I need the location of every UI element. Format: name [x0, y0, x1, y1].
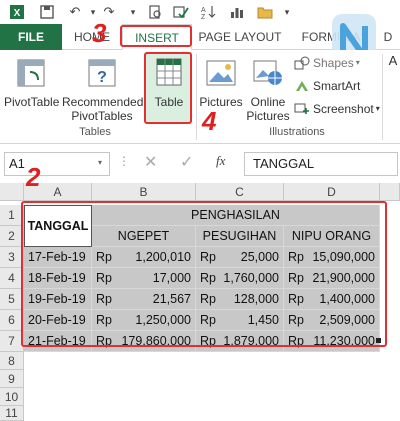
- spelling-icon[interactable]: [172, 3, 190, 21]
- online-label-line2: Pictures: [246, 109, 290, 123]
- annotation-box-table-button: [144, 52, 192, 124]
- row-header[interactable]: 10: [0, 388, 24, 406]
- addins-fragment[interactable]: A: [386, 54, 400, 68]
- svg-text:?: ?: [97, 69, 107, 86]
- pivottable-label: PivotTable: [4, 95, 60, 109]
- shapes-dropdown-icon: ▾: [355, 58, 360, 67]
- group-illustrations-label: Illustrations: [269, 126, 325, 138]
- chart-icon[interactable]: [228, 3, 246, 21]
- formula-bar: A1 ▾ ⋮ ✕ ✓ fx TANGGAL: [0, 146, 400, 180]
- tab-data[interactable]: D: [378, 24, 398, 50]
- pivottable-icon: [17, 59, 45, 87]
- save-icon[interactable]: [38, 3, 56, 21]
- folder-icon[interactable]: [256, 3, 274, 21]
- confirm-entry-icon[interactable]: ✓: [180, 152, 193, 172]
- screenshot-button[interactable]: Screenshot ▾: [294, 100, 380, 118]
- annotation-box-insert-tab: [120, 25, 192, 47]
- select-all-corner[interactable]: [0, 183, 24, 201]
- row-header[interactable]: 9: [0, 370, 24, 388]
- annotation-number-2: 2: [26, 162, 41, 192]
- recommended-label-line1: Recommended: [62, 95, 144, 109]
- smartart-label: SmartArt: [313, 79, 361, 93]
- annotation-number-3: 3: [92, 18, 107, 48]
- print-preview-icon[interactable]: [146, 3, 164, 21]
- ribbon-separator: [196, 54, 197, 140]
- svg-text:Z: Z: [201, 14, 206, 19]
- shapes-label: Shapes: [313, 56, 354, 70]
- screenshot-dropdown-icon: ▾: [375, 104, 380, 113]
- group-tables-label: Tables: [79, 126, 111, 138]
- ribbon: PivotTable ? Recommended PivotTables Tab…: [0, 50, 400, 144]
- recommended-pivottables-button[interactable]: ? Recommended PivotTables: [62, 52, 144, 123]
- online-label-line1: Online: [250, 95, 286, 109]
- name-box-dropdown-icon[interactable]: ▾: [98, 158, 102, 167]
- sort-icon[interactable]: AZ: [200, 3, 218, 21]
- recommended-pivottables-icon: ?: [88, 59, 116, 87]
- tab-file[interactable]: FILE: [0, 24, 62, 50]
- online-pictures-icon: [253, 60, 282, 85]
- shapes-button[interactable]: Shapes ▾: [294, 54, 364, 72]
- screenshot-label: Screenshot: [313, 102, 374, 116]
- tab-page-layout[interactable]: PAGE LAYOUT: [196, 24, 284, 50]
- column-header-b[interactable]: B: [92, 183, 196, 201]
- annotation-box-data-range: [21, 201, 387, 347]
- undo-icon[interactable]: ↶: [66, 3, 84, 21]
- redo-dropdown-icon[interactable]: ▾: [124, 3, 142, 21]
- screenshot-icon: [294, 103, 309, 114]
- svg-text:X: X: [14, 8, 21, 19]
- excel-logo-icon: X: [8, 3, 26, 21]
- customize-qat-icon[interactable]: ▾: [278, 3, 296, 21]
- pivottable-button[interactable]: PivotTable: [4, 52, 60, 122]
- column-header-d[interactable]: D: [284, 183, 380, 201]
- annotation-number-4: 4: [202, 106, 217, 136]
- cancel-entry-icon[interactable]: ✕: [144, 152, 157, 172]
- column-header-c[interactable]: C: [196, 183, 284, 201]
- name-box[interactable]: A1: [4, 152, 110, 176]
- formula-input[interactable]: TANGGAL: [244, 152, 398, 176]
- selection-fill-handle[interactable]: [376, 338, 381, 343]
- online-pictures-button[interactable]: Online Pictures: [246, 52, 290, 123]
- shapes-icon: [294, 56, 310, 70]
- recommended-label-line2: PivotTables: [71, 109, 133, 123]
- smartart-button[interactable]: SmartArt: [294, 77, 364, 95]
- column-header-e[interactable]: [380, 183, 400, 201]
- ribbon-separator: [382, 54, 383, 140]
- pictures-icon: [206, 60, 236, 86]
- formula-bar-grip-icon: ⋮: [118, 154, 132, 168]
- insert-function-icon[interactable]: fx: [216, 153, 225, 169]
- row-header[interactable]: 11: [0, 406, 24, 421]
- row-header[interactable]: 8: [0, 352, 24, 370]
- svg-text:A: A: [201, 7, 206, 14]
- smartart-icon: [296, 81, 308, 91]
